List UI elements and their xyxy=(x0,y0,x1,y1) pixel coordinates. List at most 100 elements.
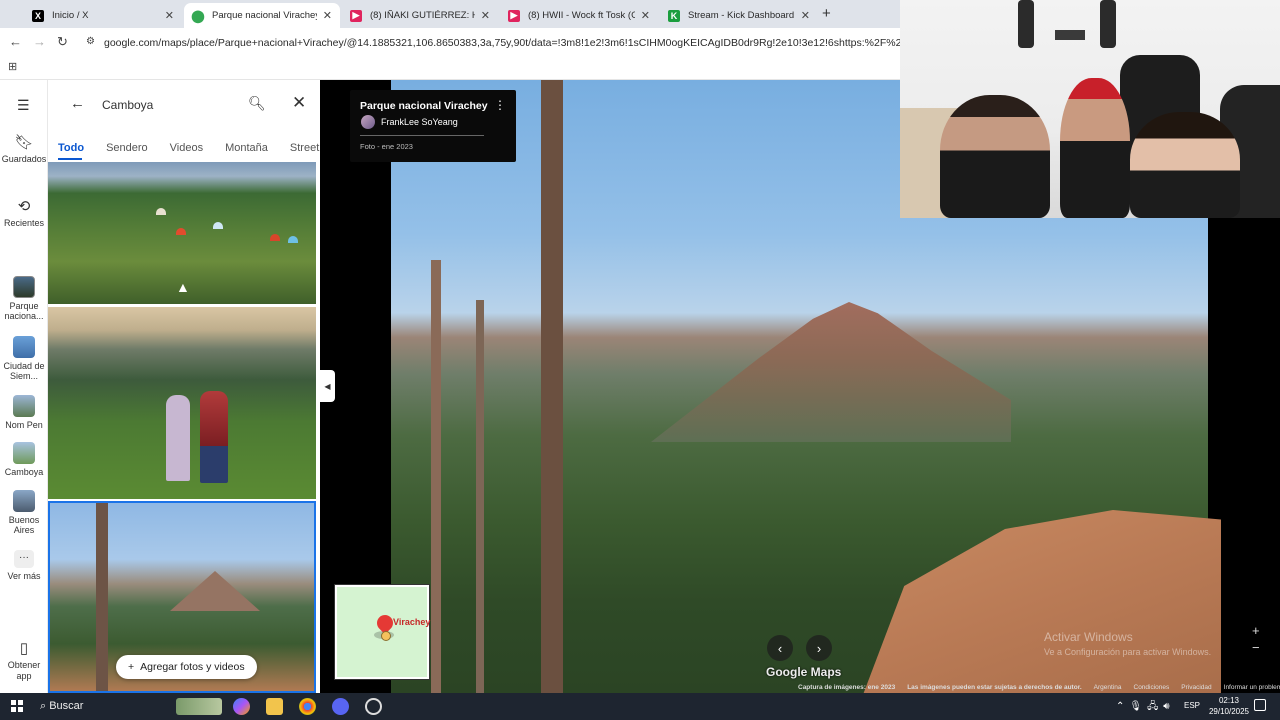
system-tray-icons[interactable]: ⌃🎙︎🖧🔊︎ xyxy=(1116,699,1175,716)
zoom-in-icon[interactable]: + xyxy=(1252,623,1260,638)
youtube-icon: ▶ xyxy=(350,9,362,22)
clock-date: 29/10/2025 xyxy=(1208,707,1250,716)
taskbar-search[interactable]: ⌕ Buscar xyxy=(40,700,83,713)
discord-icon[interactable] xyxy=(332,698,349,715)
photo-list-panel: ← Camboya 🔍︎ ✕ Todo Sendero Videos Montaña S… xyxy=(48,80,320,693)
more-vert-icon[interactable]: ⋮ xyxy=(494,98,506,112)
clock[interactable]: 02:13 29/10/2025 xyxy=(1206,695,1252,717)
place-thumbnail xyxy=(13,490,35,512)
collapse-panel-button[interactable]: ◀ xyxy=(320,370,335,402)
tree-trunk xyxy=(431,260,441,693)
rail-saved[interactable]: 🔖︎ Guardados xyxy=(0,134,48,165)
rail-place-virachey[interactable]: Parque naciona... xyxy=(0,276,48,322)
language-indicator[interactable]: ESP xyxy=(1184,701,1200,710)
close-icon[interactable]: ✕ xyxy=(292,93,306,113)
plus-icon: + xyxy=(128,661,135,673)
chrome-icon[interactable] xyxy=(299,698,316,715)
previous-photo-button[interactable]: ‹ xyxy=(767,635,793,661)
photo-thumbnail-camping[interactable]: ▲ xyxy=(48,162,316,304)
rail-place-label: Ciudad de Siem... xyxy=(3,361,45,382)
windows-start-icon[interactable] xyxy=(11,700,23,712)
rail-more-label: Ver más xyxy=(7,571,41,581)
back-arrow-icon[interactable]: ← xyxy=(9,34,22,49)
add-photos-button[interactable]: + Agregar fotos y videos xyxy=(116,655,257,679)
tab-kick[interactable]: K Stream - Kick Dashboard ✕ xyxy=(660,3,818,28)
url-field[interactable]: google.com/maps/place/Parque+nacional+Vi… xyxy=(104,37,904,49)
streamer-person xyxy=(1130,112,1240,218)
tab-label: Stream - Kick Dashboard xyxy=(688,10,795,21)
streamer-person xyxy=(1060,78,1130,218)
notification-icon[interactable] xyxy=(1254,699,1266,711)
google-maps-pin-icon: ⬤ xyxy=(191,8,205,23)
footer-terms-link[interactable]: Condiciones xyxy=(1134,684,1170,693)
close-icon[interactable]: ✕ xyxy=(641,9,650,22)
zoom-out-icon[interactable]: − xyxy=(1252,640,1260,655)
rail-place-siem-reap[interactable]: Ciudad de Siem... xyxy=(0,336,48,382)
footer-copyright: Las imágenes pueden estar sujetas a dere… xyxy=(907,684,1082,691)
rail-more[interactable]: ··· Ver más xyxy=(0,550,48,581)
tab-google-maps[interactable]: ⬤ Parque nacional Virachey - Goo ✕ xyxy=(184,3,340,28)
filter-tabs: Todo Sendero Videos Montaña Street Vie xyxy=(58,138,320,160)
search-icon[interactable]: 🔍︎ xyxy=(248,95,266,112)
tree-trunk xyxy=(96,503,108,691)
close-icon[interactable]: ✕ xyxy=(165,9,174,22)
close-icon[interactable]: ✕ xyxy=(801,9,810,22)
history-icon: ⟲ xyxy=(17,198,31,215)
apps-grid-icon[interactable]: ⊞ xyxy=(8,60,17,73)
rail-place-buenos-aires[interactable]: Buenos Aires xyxy=(0,490,48,536)
wall-mount xyxy=(1018,0,1034,48)
forward-arrow-icon[interactable]: → xyxy=(33,34,46,49)
copilot-icon[interactable] xyxy=(233,698,250,715)
rail-get-app[interactable]: ▯ Obtener app xyxy=(0,640,48,681)
reload-icon[interactable]: ↻ xyxy=(57,34,68,50)
close-icon[interactable]: ✕ xyxy=(481,9,490,22)
tab-x[interactable]: X Inicio / X ✕ xyxy=(24,3,182,28)
new-tab-plus-icon[interactable]: + xyxy=(822,5,831,22)
person-figure xyxy=(166,395,190,481)
footer-country[interactable]: Argentina xyxy=(1094,684,1122,693)
rail-place-label: Nom Pen xyxy=(5,420,43,430)
maps-rail: ☰ 🔖︎ Guardados ⟲ Recientes Parque nacion… xyxy=(0,80,48,693)
filter-tab-all[interactable]: Todo xyxy=(58,142,84,154)
tent xyxy=(176,228,186,235)
rail-place-camboya[interactable]: Camboya xyxy=(0,442,48,477)
close-icon[interactable]: ✕ xyxy=(323,9,332,22)
footer-privacy-link[interactable]: Privacidad xyxy=(1181,684,1211,693)
avatar[interactable] xyxy=(361,115,375,129)
back-arrow-icon[interactable]: ← xyxy=(70,95,85,112)
place-title[interactable]: Parque nacional Virachey xyxy=(360,100,488,112)
webcam-overlay xyxy=(900,0,1280,218)
tab-youtube-1[interactable]: ▶ (8) IÑAKI GUTIÉRREZ: HORA AI ✕ xyxy=(342,3,498,28)
menu-icon[interactable]: ☰ xyxy=(17,97,30,114)
filter-tab-street-view[interactable]: Street Vie xyxy=(290,142,320,154)
divider xyxy=(360,135,484,136)
filter-tab-mountain[interactable]: Montaña xyxy=(225,142,268,154)
place-thumbnail xyxy=(13,395,35,417)
filter-tab-videos[interactable]: Videos xyxy=(170,142,203,154)
search-input[interactable]: Camboya xyxy=(102,98,153,112)
filter-tab-trail[interactable]: Sendero xyxy=(106,142,148,154)
author-name[interactable]: FrankLee SoYeang xyxy=(381,117,458,127)
rail-recent[interactable]: ⟲ Recientes xyxy=(0,198,48,229)
clock-time: 02:13 xyxy=(1218,696,1240,705)
mini-map[interactable]: Virachey xyxy=(335,585,431,679)
map-place-label: Virachey xyxy=(393,617,431,627)
bookmark-icon: 🔖︎ xyxy=(14,134,34,151)
obs-icon[interactable] xyxy=(365,698,382,715)
rail-place-nom-pen[interactable]: Nom Pen xyxy=(0,395,48,430)
add-photos-label: Agregar fotos y videos xyxy=(140,661,245,673)
search-highlight-icon[interactable] xyxy=(176,698,222,715)
activate-subtitle: Ve a Configuración para activar Windows. xyxy=(1044,647,1212,657)
google-maps-logo: Google Maps xyxy=(766,665,842,679)
windows-activation-watermark: Activar Windows Ve a Configuración para … xyxy=(1044,630,1211,657)
site-info-icon[interactable]: ⚙ xyxy=(86,36,95,47)
rail-get-app-label: Obtener app xyxy=(7,660,41,681)
photo-thumbnail-couple[interactable] xyxy=(48,307,316,499)
footer-report-link[interactable]: Informar un problema xyxy=(1224,684,1280,693)
mountain-peak xyxy=(170,571,260,611)
file-explorer-icon[interactable] xyxy=(266,698,283,715)
next-photo-button[interactable]: › xyxy=(806,635,832,661)
tab-label: (8) IÑAKI GUTIÉRREZ: HORA AI xyxy=(370,10,475,21)
tab-youtube-2[interactable]: ▶ (8) HWII - Wock ft Tosk (Guada ✕ xyxy=(500,3,658,28)
streamer-person xyxy=(940,95,1050,218)
